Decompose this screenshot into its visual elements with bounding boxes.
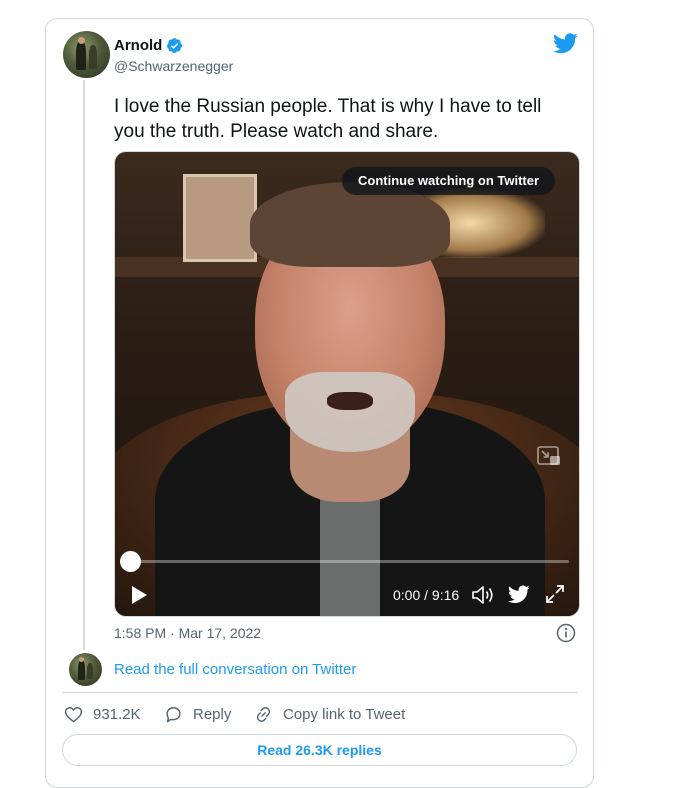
twitter-bird-icon[interactable] (553, 33, 578, 54)
read-conversation-link[interactable]: Read the full conversation on Twitter (114, 661, 356, 678)
tweet-timestamp[interactable]: 1:58 PM · Mar 17, 2022 (114, 625, 261, 641)
video-frame-photo (183, 174, 257, 262)
divider (62, 692, 578, 693)
author-name[interactable]: Arnold (114, 37, 162, 54)
reply-icon (166, 707, 181, 723)
verified-badge-icon (167, 38, 182, 53)
reply-label: Reply (193, 706, 232, 723)
twitter-watch-icon[interactable] (508, 585, 530, 604)
author-handle[interactable]: @Schwarzenegger (114, 58, 233, 74)
info-icon[interactable] (556, 623, 576, 643)
copy-link-action[interactable]: Copy link to Tweet (254, 705, 405, 724)
video-progress-knob[interactable] (120, 551, 141, 572)
video-time: 0:00 / 9:16 (393, 587, 460, 603)
continue-watching-button[interactable]: Continue watching on Twitter (342, 167, 556, 195)
video-frame-beard (285, 372, 415, 452)
like-count: 931.2K (93, 706, 141, 723)
video-controls: 0:00 / 9:16 (115, 577, 579, 613)
heart-icon (64, 707, 83, 723)
copy-link-label: Copy link to Tweet (283, 706, 406, 723)
fullscreen-icon[interactable] (545, 584, 565, 604)
volume-icon[interactable] (471, 584, 495, 606)
play-icon[interactable] (130, 585, 148, 605)
conversation-avatar[interactable] (69, 653, 102, 686)
pip-icon[interactable] (536, 445, 562, 467)
thread-line (83, 80, 85, 650)
video-frame-mouth (327, 392, 373, 410)
video-player[interactable]: Continue watching on Twitter 0:00 / 9:16 (114, 151, 580, 617)
author-avatar[interactable] (63, 31, 110, 78)
link-icon (256, 707, 271, 722)
tweet-text: I love the Russian people. That is why I… (114, 96, 542, 142)
like-action[interactable]: 931.2K (64, 705, 141, 724)
reply-action[interactable]: Reply (164, 705, 231, 724)
video-progress-track[interactable] (131, 560, 569, 563)
read-replies-button[interactable]: Read 26.3K replies (62, 734, 577, 766)
